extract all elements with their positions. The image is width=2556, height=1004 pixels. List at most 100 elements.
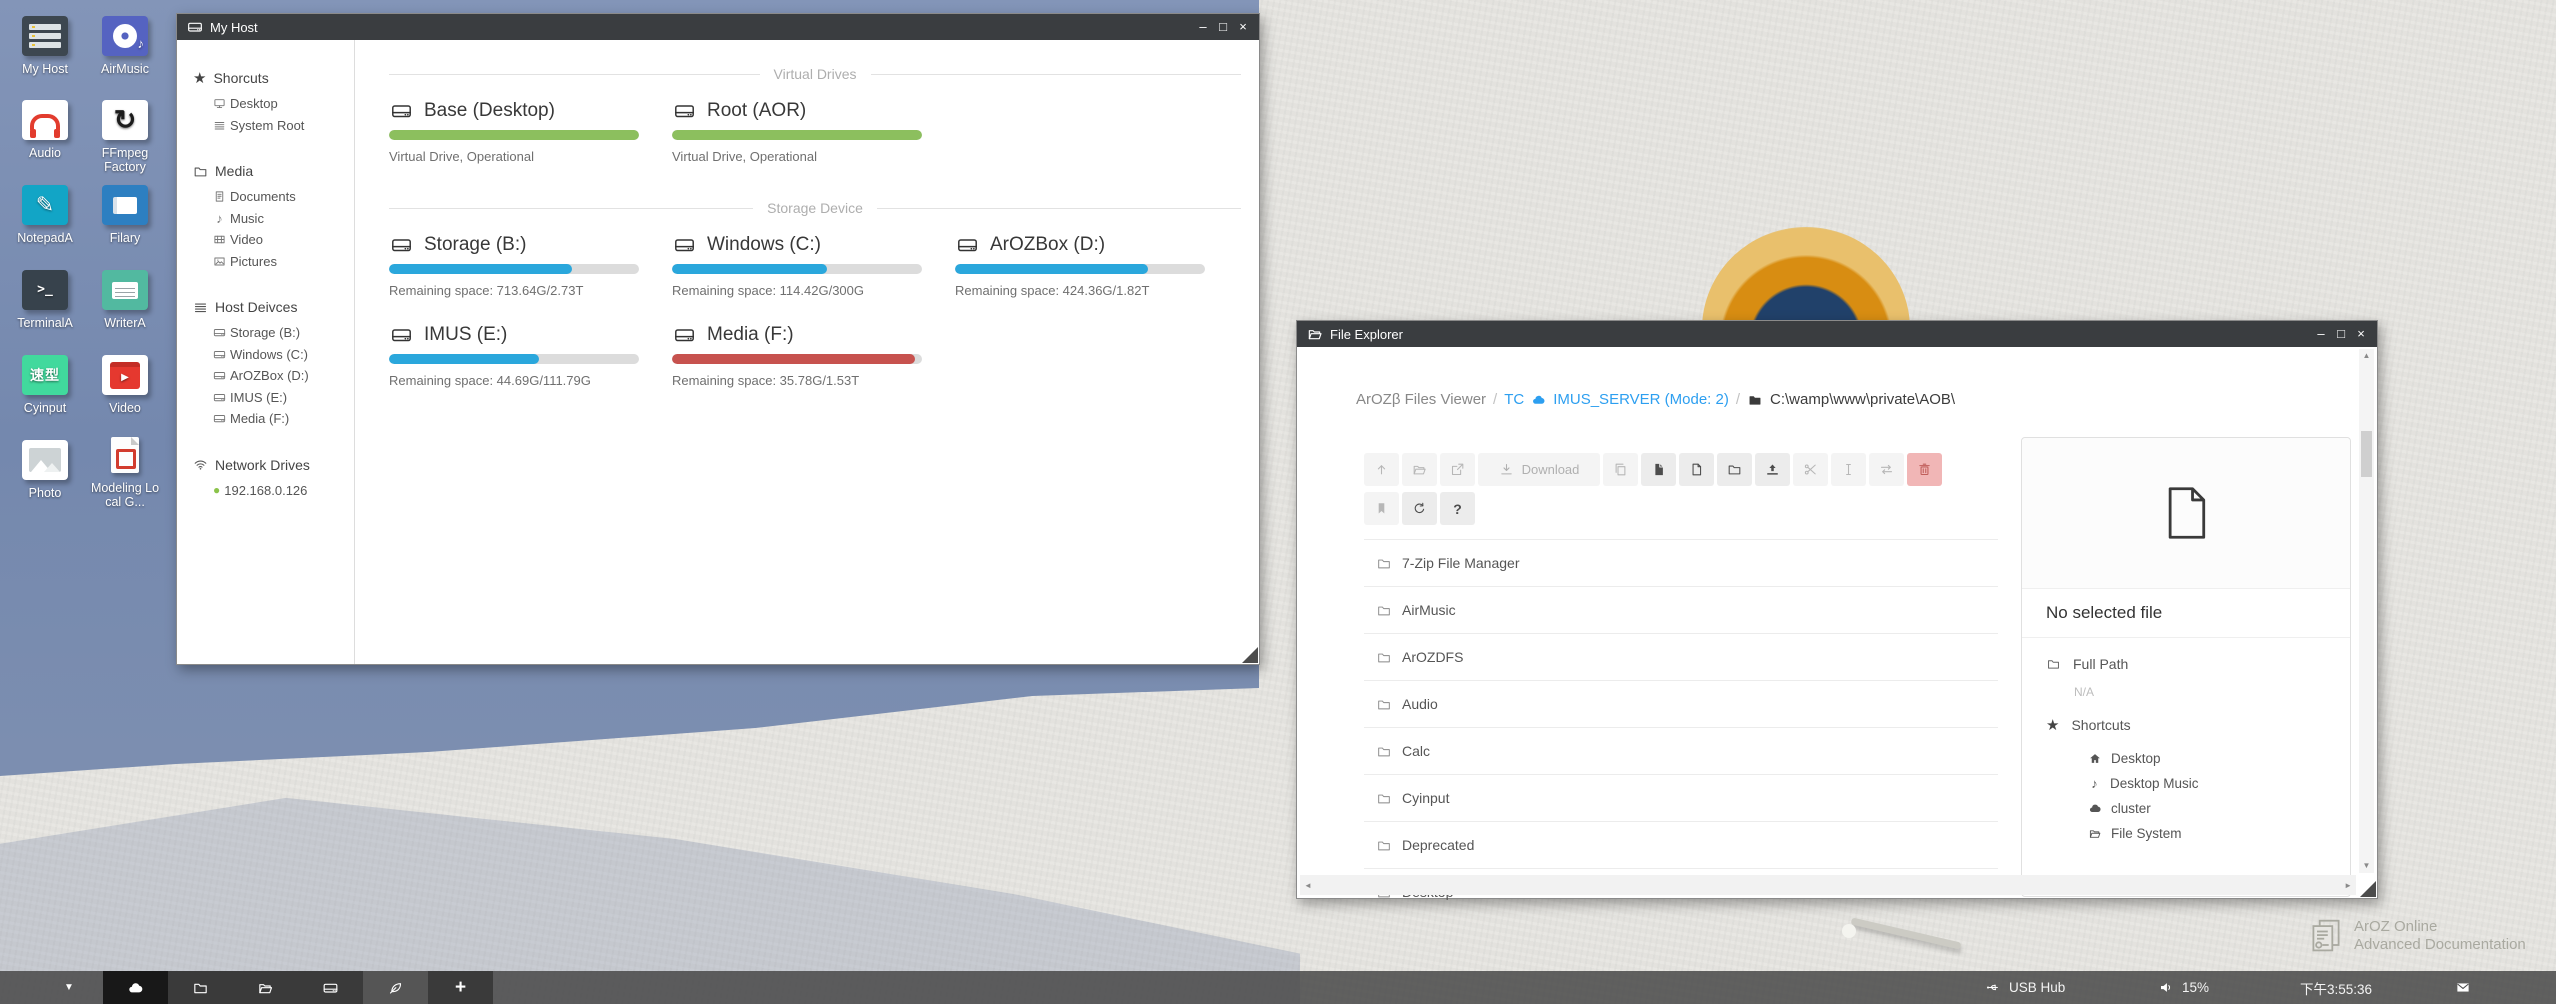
sidebar-item-music[interactable]: ♪Music [193, 208, 354, 230]
sidebar-item-imus-e[interactable]: IMUS (E:) [193, 387, 354, 409]
drive-usage-bar [389, 354, 639, 364]
scrollbar-thumb[interactable] [2361, 431, 2372, 477]
video-player-icon: ▶ [102, 355, 148, 395]
sidebar-item-pictures[interactable]: Pictures [193, 251, 354, 273]
sidebar-item-storage-b[interactable]: Storage (B:) [193, 322, 354, 344]
sidebar-item-media-f[interactable]: Media (F:) [193, 408, 354, 430]
cut-button[interactable] [1793, 453, 1828, 486]
bookmark-button[interactable] [1364, 492, 1399, 525]
sidebar-item-arozbox-d[interactable]: ArOZBox (D:) [193, 365, 354, 387]
paste-button[interactable] [1641, 453, 1676, 486]
desktop-icon-airmusic[interactable]: ♪ AirMusic [86, 16, 164, 76]
maximize-button[interactable]: □ [2331, 321, 2351, 347]
file-explorer-titlebar[interactable]: File Explorer – □ × [1297, 321, 2377, 347]
download-button[interactable]: Download [1478, 453, 1600, 486]
desktop-icon-my-host[interactable]: My Host [6, 16, 84, 76]
desktop-icon-audio[interactable]: Audio [6, 100, 84, 160]
upload-icon [1765, 462, 1780, 477]
taskbar-item-cloud[interactable] [103, 971, 168, 1004]
breadcrumb-current-path[interactable]: C:\wamp\www\private\AOB\ [1770, 391, 1955, 408]
close-button[interactable]: × [1233, 14, 1253, 40]
minimize-button[interactable]: – [1193, 14, 1213, 40]
tray-clock[interactable]: 下午3:55:36 [2300, 971, 2372, 1004]
tray-mail[interactable] [2455, 971, 2471, 1004]
drive-usage-bar [672, 130, 922, 140]
drive-card-media-f[interactable]: Media (F:) Remaining space: 35.78G/1.53T [672, 324, 922, 414]
drive-usage-bar [389, 264, 639, 274]
hdd-icon [213, 326, 226, 339]
file-row-arozdfs[interactable]: ArOZDFS [1364, 634, 1998, 681]
help-button[interactable]: ? [1440, 492, 1475, 525]
taskbar-add-button[interactable]: + [428, 971, 493, 1004]
desktop-icon-photo[interactable]: Photo [6, 440, 84, 500]
hdd-icon [389, 100, 414, 122]
new-folder-button[interactable] [1717, 453, 1752, 486]
tray-volume[interactable]: 15% [2158, 971, 2209, 1004]
desktop-icon-ffmpeg-factory[interactable]: ↻ FFmpeg Factory [86, 100, 164, 174]
window-resize-grip[interactable] [1242, 647, 1258, 663]
delete-button[interactable] [1907, 453, 1942, 486]
file-row-7zip[interactable]: 7-Zip File Manager [1364, 540, 1998, 587]
open-button[interactable] [1402, 453, 1437, 486]
cloud-icon [2088, 802, 2102, 815]
minimize-button[interactable]: – [2311, 321, 2331, 347]
upload-button[interactable] [1755, 453, 1790, 486]
breadcrumb-server-link[interactable]: TC IMUS_SERVER (Mode: 2) [1504, 391, 1729, 408]
vertical-scrollbar[interactable]: ▲ ▼ [2359, 349, 2374, 873]
sidebar-item-documents[interactable]: Documents [193, 186, 354, 208]
book-icon [102, 185, 148, 225]
drive-card-root[interactable]: Root (AOR) Virtual Drive, Operational [672, 100, 922, 190]
new-file-button[interactable] [1679, 453, 1714, 486]
desktop-icon-filary[interactable]: Filary [86, 185, 164, 245]
desktop-icon-label: Cyinput [6, 401, 84, 415]
sidebar-item-network-host[interactable]: ●192.168.0.126 [193, 480, 354, 502]
maximize-button[interactable]: □ [1213, 14, 1233, 40]
taskbar-collapse-caret[interactable]: ▼ [52, 971, 86, 1004]
drive-card-windows-c[interactable]: Windows (C:) Remaining space: 114.42G/30… [672, 234, 922, 324]
desktop-icon-terminala[interactable]: >_ TerminalA [6, 270, 84, 330]
taskbar-item-folder[interactable] [168, 971, 233, 1004]
drive-card-imus-e[interactable]: IMUS (E:) Remaining space: 44.69G/111.79… [389, 324, 639, 414]
drive-usage-bar [955, 264, 1205, 274]
shortcut-desktop-music[interactable]: ♪Desktop Music [2088, 771, 2326, 796]
drive-card-arozbox-d[interactable]: ArOZBox (D:) Remaining space: 424.36G/1.… [955, 234, 1205, 324]
rename-button[interactable] [1831, 453, 1866, 486]
drive-card-storage-b[interactable]: Storage (B:) Remaining space: 713.64G/2.… [389, 234, 639, 324]
shortcut-file-system[interactable]: File System [2088, 821, 2326, 846]
my-host-titlebar[interactable]: My Host – □ × [177, 14, 1259, 40]
desktop-icon-modeling-pdf[interactable]: Modeling Lo cal G... [86, 435, 164, 509]
taskbar-item-folder-open[interactable] [233, 971, 298, 1004]
file-row-airmusic[interactable]: AirMusic [1364, 587, 1998, 634]
desktop-icon-label: TerminalA [6, 316, 84, 330]
shortcut-cluster[interactable]: cluster [2088, 796, 2326, 821]
desktop-icon-cyinput[interactable]: 速型 Cyinput [6, 355, 84, 415]
file-row-audio[interactable]: Audio [1364, 681, 1998, 728]
close-button[interactable]: × [2351, 321, 2371, 347]
taskbar-item-storage[interactable] [298, 971, 363, 1004]
sidebar-item-desktop[interactable]: Desktop [193, 93, 354, 115]
sidebar-item-system-root[interactable]: System Root [193, 115, 354, 137]
window-resize-grip[interactable] [2360, 881, 2376, 897]
drive-usage-bar [672, 354, 922, 364]
file-row-deprecated[interactable]: Deprecated [1364, 822, 1998, 869]
taskbar-item-leaf[interactable] [363, 971, 428, 1004]
refresh-button[interactable] [1402, 492, 1437, 525]
folder-open-icon [1412, 462, 1427, 477]
desktop-icon-notepada[interactable]: ✎ NotepadA [6, 185, 84, 245]
hdd-icon [955, 234, 980, 256]
file-row-calc[interactable]: Calc [1364, 728, 1998, 775]
horizontal-scrollbar[interactable]: ◄ ► [1300, 875, 2356, 895]
sidebar-item-windows-c[interactable]: Windows (C:) [193, 344, 354, 366]
up-directory-button[interactable] [1364, 453, 1399, 486]
open-in-new-window-button[interactable] [1440, 453, 1475, 486]
sidebar-item-video[interactable]: Video [193, 229, 354, 251]
refresh-icon [1412, 501, 1427, 516]
drive-card-base[interactable]: Base (Desktop) Virtual Drive, Operationa… [389, 100, 639, 190]
copy-button[interactable] [1603, 453, 1638, 486]
tray-usb[interactable]: USB Hub [1985, 971, 2065, 1004]
shortcut-desktop[interactable]: Desktop [2088, 746, 2326, 771]
desktop-icon-writera[interactable]: WriterA [86, 270, 164, 330]
file-row-cyinput[interactable]: Cyinput [1364, 775, 1998, 822]
desktop-icon-video[interactable]: ▶ Video [86, 355, 164, 415]
move-button[interactable] [1869, 453, 1904, 486]
